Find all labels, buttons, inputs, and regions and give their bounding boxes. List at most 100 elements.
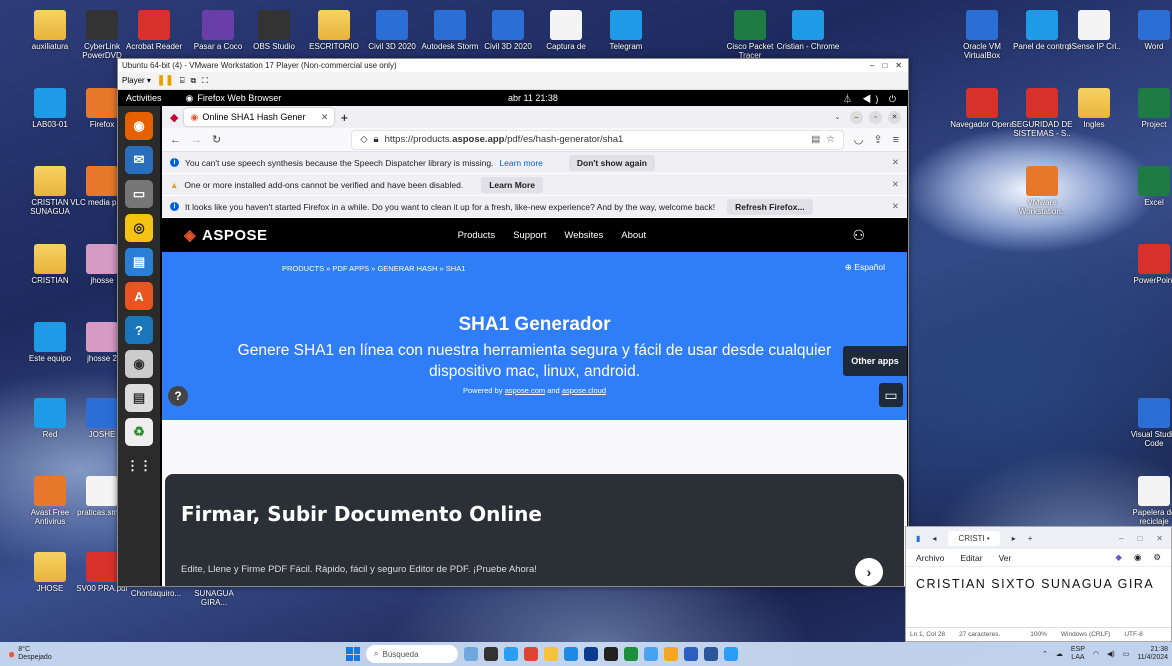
notification-close-icon[interactable]: ✕ <box>892 201 899 212</box>
fullscreen-icon[interactable]: ⛶ <box>202 76 208 86</box>
arrow-right-icon[interactable]: › <box>855 558 883 586</box>
office-icon[interactable] <box>524 647 538 661</box>
aspose-logo[interactable]: ◈ ASPOSE <box>184 226 268 245</box>
notepad-taskbar-icon[interactable] <box>684 647 698 661</box>
min-icon[interactable]: – <box>850 110 863 124</box>
wifi-icon[interactable]: ◠ <box>1093 650 1099 658</box>
desktop-icon[interactable]: Acrobat Reader <box>122 10 186 51</box>
desktop-icon[interactable]: Ingles <box>1062 88 1126 129</box>
menu-archivo[interactable]: Archivo <box>916 553 944 563</box>
weather-widget[interactable]: ● 8°C Despejado <box>0 646 52 662</box>
desktop-icon-label[interactable]: Chontaquiro... <box>124 589 188 598</box>
cisco-icon[interactable] <box>624 647 638 661</box>
desktop-icon-label[interactable]: SUNAGUA GIRA... <box>182 589 246 607</box>
aspose-cloud-link[interactable]: aspose.cloud <box>562 386 606 395</box>
explorer-icon[interactable] <box>544 647 558 661</box>
desktop-icon[interactable]: Cristian - Chrome <box>776 10 840 51</box>
menu-ver[interactable]: Ver <box>999 553 1012 563</box>
minimize-button[interactable]: – <box>870 61 874 70</box>
desktop-icon[interactable]: ESCRITORIO <box>302 10 366 51</box>
show-apps-icon[interactable]: ⋮⋮ <box>125 452 153 480</box>
desktop-icon[interactable]: Captura de <box>534 10 598 51</box>
menu-icon[interactable]: ≡ <box>893 134 899 146</box>
unity-icon[interactable]: ⧉ <box>191 76 197 86</box>
pause-icon[interactable]: ❚❚ <box>157 75 174 86</box>
chevron-up-icon[interactable]: ⌃ <box>1042 650 1048 658</box>
desktop-icon[interactable]: Navegador Opera <box>950 88 1014 129</box>
menu-editar[interactable]: Editar <box>960 553 982 563</box>
desktop-icon[interactable]: Cisco Packet Tracer <box>718 10 782 60</box>
store-icon[interactable] <box>584 647 598 661</box>
avatar[interactable]: ◉ <box>1134 552 1141 563</box>
tab-left-icon[interactable]: ◂ <box>932 534 936 543</box>
share-icon[interactable]: ⇪ <box>873 133 882 146</box>
shield-icon[interactable]: ◇ <box>360 134 367 145</box>
clock[interactable]: 21:38 11/4/2024 <box>1137 646 1168 662</box>
desktop-icon[interactable]: PowerPoint <box>1122 244 1172 285</box>
copilot-icon[interactable]: ◆ <box>1115 552 1122 563</box>
nav-products[interactable]: Products <box>458 230 496 241</box>
writer-icon[interactable]: ▤ <box>125 248 153 276</box>
breadcrumb[interactable]: PRODUCTS » PDF APPS » GENERAR HASH » SHA… <box>282 264 465 273</box>
obs-icon[interactable] <box>604 647 618 661</box>
close-icon[interactable]: ✕ <box>1156 534 1163 543</box>
notepad-text-area[interactable]: CRISTIAN SIXTO SUNAGUA GIRA <box>906 567 1171 627</box>
desktop-icon[interactable]: Visual Studio Code <box>1122 398 1172 448</box>
other-apps-button[interactable]: Other apps <box>843 346 907 376</box>
battery-icon[interactable]: ▭ <box>1123 650 1130 658</box>
widgets-icon[interactable] <box>464 647 478 661</box>
cloud-icon[interactable]: ☁ <box>1056 650 1063 658</box>
forward-icon[interactable]: → <box>191 134 202 146</box>
maximize-icon[interactable]: □ <box>1137 534 1142 543</box>
rhythmbox-icon[interactable]: ◎ <box>125 214 153 242</box>
refresh-firefox-button[interactable]: Refresh Firefox... <box>727 198 813 215</box>
notes-icon[interactable]: ▤ <box>125 384 153 412</box>
thunderbird-icon[interactable]: ✉ <box>125 146 153 174</box>
edge-icon[interactable] <box>504 647 518 661</box>
nav-support[interactable]: Support <box>513 230 546 241</box>
desktop-icon[interactable]: Civil 3D 2020 <box>476 10 540 51</box>
clock[interactable]: abr 11 21:38 <box>508 93 558 103</box>
word-icon[interactable] <box>704 647 718 661</box>
desktop-icon[interactable]: Excel <box>1122 166 1172 207</box>
language-indicator[interactable]: ESP LAA <box>1071 646 1085 662</box>
nav-websites[interactable]: Websites <box>564 230 603 241</box>
learn-more-link[interactable]: Learn more <box>499 158 542 168</box>
app-menu[interactable]: Firefox Web Browser <box>197 93 281 103</box>
settings-gear-icon[interactable]: ⚙ <box>1153 552 1161 563</box>
desktop-icon[interactable]: Project <box>1122 88 1172 129</box>
new-tab-icon[interactable]: + <box>1028 534 1033 543</box>
files-icon[interactable]: ▭ <box>125 180 153 208</box>
firefox-icon[interactable]: ◉ <box>125 112 153 140</box>
notification-close-icon[interactable]: ✕ <box>892 179 899 190</box>
notification-close-icon[interactable]: ✕ <box>892 157 899 168</box>
close-window-icon[interactable]: ✕ <box>888 110 901 124</box>
help-icon[interactable]: ? <box>168 386 188 406</box>
volume-icon[interactable]: ◀) <box>1107 650 1115 658</box>
dont-show-again-button[interactable]: Don't show again <box>568 154 655 171</box>
desktop-icon[interactable]: Pasar a Coco <box>186 10 250 51</box>
chrome2-icon[interactable] <box>644 647 658 661</box>
new-tab-button[interactable]: + <box>340 110 348 125</box>
list-tabs-icon[interactable]: ⌄ <box>831 111 844 124</box>
url-bar[interactable]: ◇ 🔒︎ https://products.aspose.app/pdf/es/… <box>351 129 844 150</box>
nav-about[interactable]: About <box>621 230 646 241</box>
back-icon[interactable]: ← <box>170 134 181 146</box>
pocket-icon[interactable]: ◡ <box>854 133 864 146</box>
disc-icon[interactable]: ◉ <box>125 350 153 378</box>
activities-button[interactable]: Activities <box>126 93 162 103</box>
monitor-icon[interactable]: ▭ <box>879 383 903 407</box>
player-menu[interactable]: Player ▾ <box>122 76 151 85</box>
lock-icon[interactable]: 🔒︎ <box>374 134 379 145</box>
desktop-icon[interactable]: Papelera de reciclaje <box>1122 476 1172 526</box>
vmware-icon[interactable] <box>664 647 678 661</box>
desktop-icon[interactable]: Oracle VM VirtualBox <box>950 10 1014 60</box>
desktop-icon[interactable]: Autodesk Storm <box>418 10 482 51</box>
language-selector[interactable]: ⊕ Español <box>845 262 885 273</box>
windows-start-icon[interactable] <box>346 647 360 661</box>
reader-view-icon[interactable]: ▤ <box>811 134 820 145</box>
restore-icon[interactable]: ▫ <box>869 110 882 124</box>
taskbar-search[interactable]: ⌕ Búsqueda <box>366 645 458 663</box>
send-ctrl-alt-del-icon[interactable]: ⌸ <box>180 76 185 86</box>
desktop-icon[interactable]: Telegram <box>594 10 658 51</box>
